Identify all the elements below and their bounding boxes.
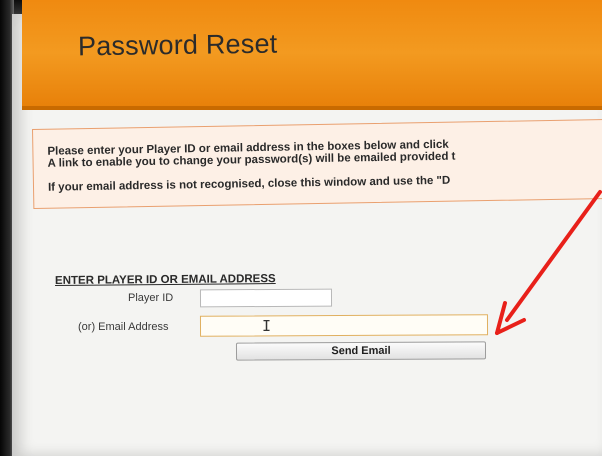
- red-arrow-icon: [495, 190, 602, 335]
